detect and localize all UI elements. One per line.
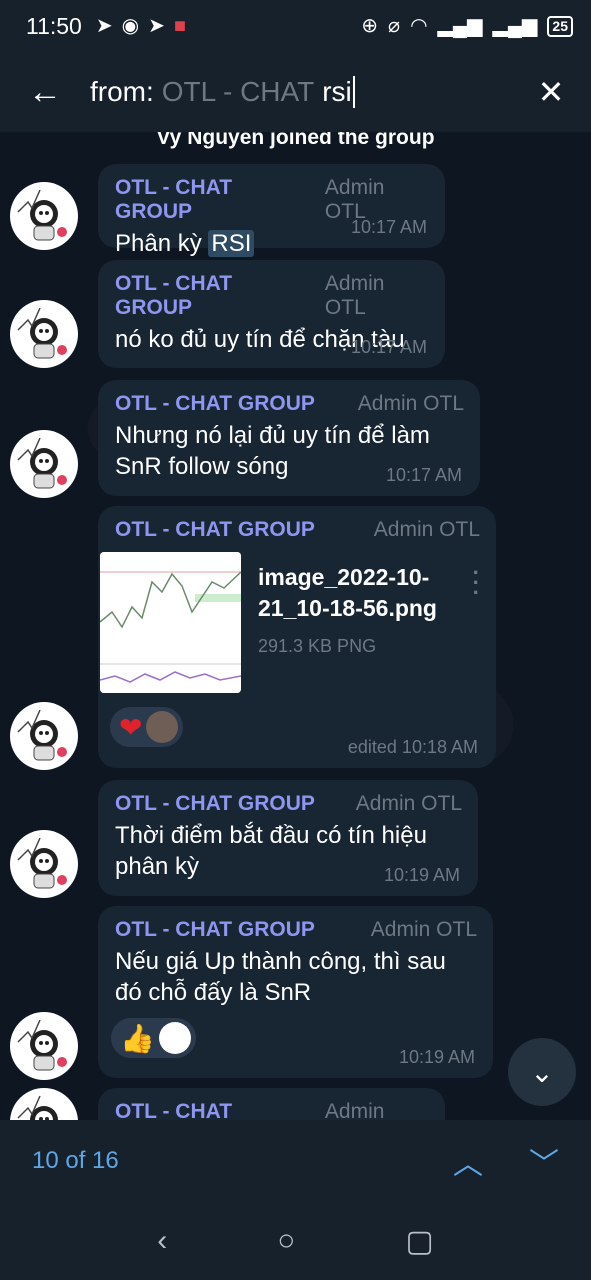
message-bubble[interactable]: OTL - CHAT GROUP Admin OTL <box>98 1088 445 1120</box>
reaction-thumbs-up[interactable]: 👍 <box>111 1018 196 1058</box>
message-bubble[interactable]: OTL - CHAT GROUP Admin OTL nó ko đủ uy t… <box>98 260 445 368</box>
message-bubble[interactable]: OTL - CHAT GROUP Admin OTL Phân kỳ RSI 1… <box>98 164 445 257</box>
reactor-avatar <box>146 711 179 743</box>
sender-role: Admin OTL <box>373 518 480 541</box>
chevron-down-icon[interactable]: ﹀ <box>529 1139 559 1183</box>
search-filter-chat: OTL - CHAT <box>161 76 315 107</box>
service-message: Vy Nguyen joined the group <box>156 132 435 149</box>
astronaut-avatar-icon <box>17 837 67 889</box>
message-time: 10:17 AM <box>350 217 427 237</box>
search-filter-prefix: from: <box>90 76 154 107</box>
message-text: Nếu giá Up thành công, thì sau đó chỗ đấ… <box>115 948 446 1006</box>
message-bubble[interactable]: OTL - CHAT GROUP Admin OTL image_2022-10… <box>98 506 496 768</box>
sender-role: Admin OTL <box>324 1100 385 1120</box>
reactor-avatar <box>158 1022 191 1054</box>
search-query: rsi <box>322 76 352 107</box>
thumbs-up-icon: 👍 <box>120 1022 155 1054</box>
reaction-heart[interactable]: ❤ <box>110 707 184 747</box>
avatar[interactable] <box>10 1012 78 1080</box>
sender-name[interactable]: OTL - CHAT GROUP <box>115 918 315 942</box>
search-input[interactable]: from: OTL - CHAT rsi <box>90 76 511 108</box>
scroll-down-button[interactable]: ⌄ <box>508 1038 576 1106</box>
telegram-icon: ➤ <box>95 15 113 37</box>
sender-name[interactable]: OTL - CHAT GROUP <box>115 792 315 816</box>
search-result-bar: 10 of 16 ︿ ﹀ <box>0 1120 591 1202</box>
close-icon[interactable]: ✕ <box>511 73 591 111</box>
astronaut-avatar-icon <box>17 1019 67 1071</box>
home-icon[interactable]: ○ <box>277 1224 295 1258</box>
data-saver-icon: ⊕ <box>361 15 379 37</box>
search-result-counter: 10 of 16 <box>32 1147 119 1174</box>
sender-name[interactable]: OTL - CHAT GROUP <box>115 176 311 224</box>
image-thumbnail[interactable] <box>100 552 241 693</box>
message-time: 10:17 AM <box>385 465 462 485</box>
astronaut-avatar-icon <box>17 437 67 489</box>
status-time: 11:50 <box>26 12 82 39</box>
sender-role: Admin OTL <box>324 272 385 319</box>
message-time: 10:17 AM <box>350 337 427 357</box>
wifi-icon: ◠ <box>410 15 428 37</box>
file-name[interactable]: image_2022-10-21_10-18-56.png <box>258 562 443 624</box>
chat-history[interactable]: Vy Nguyen joined the group OTL - CHAT GR… <box>0 132 591 1120</box>
sender-name[interactable]: OTL - CHAT GROUP <box>115 392 315 416</box>
messenger-icon: ◉ <box>121 15 140 37</box>
message-bubble[interactable]: OTL - CHAT GROUP Admin OTL Nhưng nó lại … <box>98 380 480 496</box>
chevron-up-icon[interactable]: ︿ <box>453 1139 483 1183</box>
signal-icon: ▂▄▆ <box>437 15 483 37</box>
file-attachment[interactable]: image_2022-10-21_10-18-56.png 291.3 KB P… <box>100 552 480 693</box>
avatar[interactable] <box>10 702 78 770</box>
sender-role: Admin OTL <box>357 392 464 415</box>
more-options-icon[interactable]: · · · <box>473 562 480 604</box>
back-arrow-icon[interactable]: ← <box>0 73 90 112</box>
text-caret <box>352 76 355 108</box>
sender-role: Admin OTL <box>355 792 462 815</box>
sender-role: Admin OTL <box>370 918 477 941</box>
status-bar: 11:50 ➤ ◉ ➤ ■ ⊕ ⌀ ◠ ▂▄▆ ▂▄▆ 25 <box>0 0 591 52</box>
message-time: 10:19 AM <box>398 1047 475 1067</box>
avatar[interactable] <box>10 830 78 898</box>
search-highlight: RSI <box>208 230 255 257</box>
message-bubble[interactable]: OTL - CHAT GROUP Admin OTL Thời điểm bắt… <box>98 780 478 896</box>
message-time: 10:19 AM <box>383 865 460 885</box>
chevron-down-icon: ⌄ <box>530 1056 554 1088</box>
search-header: ← from: OTL - CHAT rsi ✕ <box>0 52 591 132</box>
shield-app-icon: ■ <box>173 15 186 37</box>
sender-name[interactable]: OTL - CHAT GROUP <box>115 272 311 320</box>
signal-icon: ▂▄▆ <box>492 15 538 37</box>
telegram-icon: ➤ <box>148 15 165 37</box>
message-time: edited 10:18 AM <box>347 737 478 757</box>
astronaut-avatar-icon <box>17 189 67 241</box>
recents-icon[interactable]: ▢ <box>405 1224 433 1259</box>
avatar[interactable] <box>10 1088 78 1120</box>
avatar[interactable] <box>10 300 78 368</box>
heart-icon: ❤ <box>119 711 143 743</box>
astronaut-avatar-icon <box>17 1095 58 1120</box>
astronaut-avatar-icon <box>17 709 67 761</box>
battery-indicator: 25 <box>547 15 573 37</box>
sender-name[interactable]: OTL - CHAT GROUP <box>115 518 315 542</box>
file-size: 291.3 KB PNG <box>258 636 377 656</box>
system-nav-bar: ‹ ○ ▢ <box>0 1202 591 1280</box>
back-icon[interactable]: ‹ <box>157 1224 167 1258</box>
sender-name[interactable]: OTL - CHAT GROUP <box>115 1100 311 1120</box>
avatar[interactable] <box>10 182 78 250</box>
chart-thumbnail-icon <box>100 552 241 693</box>
mute-icon: ⌀ <box>388 15 401 37</box>
message-bubble[interactable]: OTL - CHAT GROUP Admin OTL Nếu giá Up th… <box>98 906 493 1078</box>
astronaut-avatar-icon <box>17 307 67 359</box>
avatar[interactable] <box>10 430 78 498</box>
